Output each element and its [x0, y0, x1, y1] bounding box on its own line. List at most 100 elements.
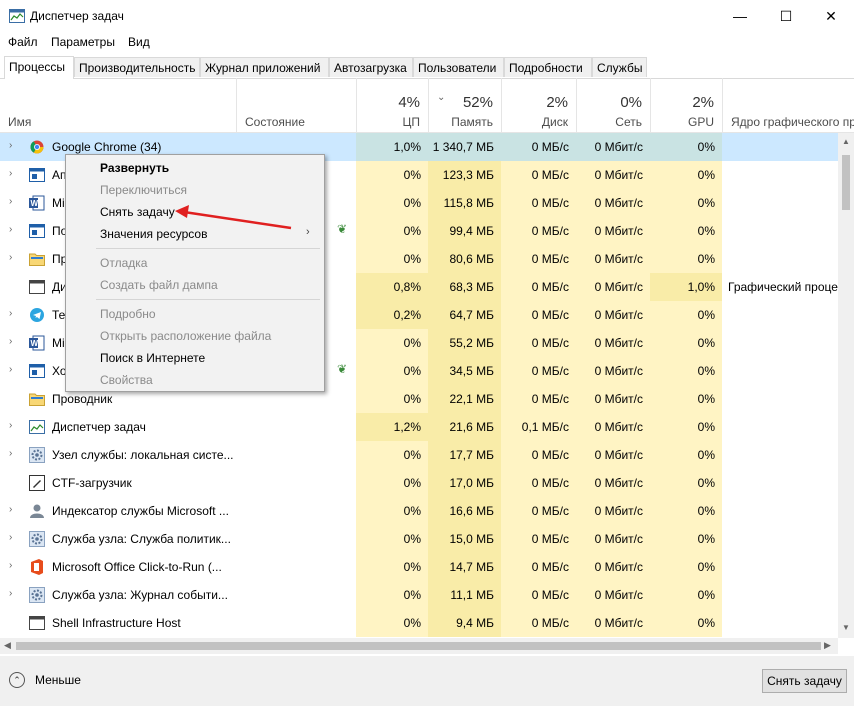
- disk-total: 2%: [546, 94, 568, 111]
- expand-chevron-icon[interactable]: ›: [9, 336, 12, 347]
- fewer-details-link[interactable]: Меньше: [35, 673, 81, 687]
- menu-view[interactable]: Вид: [128, 35, 150, 49]
- network-cell: 0 Мбит/с: [576, 609, 650, 637]
- leaf-icon: ❦: [337, 362, 348, 376]
- disk-cell: 0 МБ/с: [501, 189, 576, 217]
- menu-item-resource-values[interactable]: Значения ресурсов: [100, 227, 207, 241]
- tab-startup[interactable]: Автозагрузка: [329, 57, 413, 77]
- expand-chevron-icon[interactable]: ›: [9, 196, 12, 207]
- expand-chevron-icon[interactable]: ›: [9, 224, 12, 235]
- menu-item-search-online[interactable]: Поиск в Интернете: [100, 351, 205, 365]
- memory-cell: 115,8 МБ: [428, 189, 501, 217]
- menu-item-expand[interactable]: Развернуть: [100, 161, 169, 175]
- table-row[interactable]: › Служба узла: Журнал событи... 0% 11,1 МБ 0…: [0, 581, 838, 609]
- tab-performance[interactable]: Производительность: [74, 57, 200, 77]
- memory-cell: 123,3 МБ: [428, 161, 501, 189]
- expand-chevron-icon[interactable]: ›: [9, 140, 12, 151]
- table-row[interactable]: Shell Infrastructure Host 0% 9,4 МБ 0 МБ/с 0…: [0, 609, 838, 637]
- tab-services[interactable]: Службы: [592, 57, 647, 77]
- cpu-cell: 1,2%: [356, 413, 428, 441]
- menu-item-debug[interactable]: Отладка: [100, 256, 147, 270]
- col-name-label: Имя: [8, 115, 32, 129]
- sort-chevron-icon: ⌄: [437, 92, 446, 103]
- disk-cell: 0 МБ/с: [501, 609, 576, 637]
- tab-details[interactable]: Подробности: [504, 57, 592, 77]
- vertical-scrollbar[interactable]: ▲ ▼: [838, 133, 854, 638]
- menu-separator: [96, 299, 320, 300]
- expand-chevron-icon[interactable]: ›: [9, 560, 12, 571]
- col-disk[interactable]: 2% Диск: [501, 78, 576, 132]
- gpu-engine-cell: [722, 441, 838, 469]
- expand-chevron-icon[interactable]: ›: [9, 448, 12, 459]
- scroll-left-icon[interactable]: ◀: [4, 640, 11, 651]
- expand-chevron-icon[interactable]: ›: [9, 168, 12, 179]
- menu-item-details[interactable]: Подробно: [100, 307, 156, 321]
- leaf-icon: ❦: [337, 222, 348, 236]
- gpu-cell: 0%: [650, 553, 722, 581]
- table-row[interactable]: CTF-загрузчик 0% 17,0 МБ 0 МБ/с 0 Мбит/с 0%: [0, 469, 838, 497]
- expand-chevron-icon[interactable]: ›: [9, 420, 12, 431]
- menu-item-open-location[interactable]: Открыть расположение файла: [100, 329, 271, 343]
- table-row[interactable]: › Узел службы: локальная систе... 0% 17,7 М…: [0, 441, 838, 469]
- network-cell: 0 Мбит/с: [576, 357, 650, 385]
- col-gpu-engine[interactable]: Ядро графического процессора: [722, 78, 854, 132]
- table-row[interactable]: › Диспетчер задач 1,2% 21,6 МБ 0,1 МБ/с 0 Мби…: [0, 413, 838, 441]
- scroll-up-icon[interactable]: ▲: [842, 137, 850, 146]
- network-total: 0%: [620, 94, 642, 111]
- process-name: Mi: [52, 196, 65, 210]
- col-cpu[interactable]: 4% ЦП: [356, 78, 428, 132]
- menu-file[interactable]: Файл: [8, 35, 38, 49]
- close-button[interactable]: ✕: [808, 0, 854, 32]
- horizontal-scrollbar[interactable]: ◀ ▶: [0, 638, 838, 654]
- tab-processes[interactable]: Процессы: [4, 56, 74, 79]
- maximize-button[interactable]: ☐: [763, 0, 809, 32]
- col-name[interactable]: Имя: [0, 78, 236, 132]
- col-gpu[interactable]: 2% GPU: [650, 78, 722, 132]
- table-row[interactable]: › Служба узла: Служба политик... 0% 15,0 МБ…: [0, 525, 838, 553]
- gpu-engine-cell: [722, 385, 838, 413]
- telegram-icon: [29, 307, 45, 323]
- col-gpu-engine-label: Ядро графического процессора: [731, 115, 854, 129]
- gpu-engine-cell: [722, 217, 838, 245]
- pen-icon: [29, 475, 45, 491]
- chevron-up-icon[interactable]: ⌃: [9, 672, 25, 688]
- tab-users[interactable]: Пользователи: [413, 57, 504, 77]
- scroll-down-icon[interactable]: ▼: [842, 623, 850, 632]
- gear-icon: [29, 587, 45, 603]
- col-status[interactable]: Состояние: [236, 78, 356, 132]
- tab-app-history[interactable]: Журнал приложений: [200, 57, 329, 77]
- menu-item-switch-to[interactable]: Переключиться: [100, 183, 187, 197]
- cpu-total: 4%: [398, 94, 420, 111]
- expand-chevron-icon[interactable]: ›: [9, 364, 12, 375]
- app-window-icon: [29, 223, 45, 239]
- window-title: Диспетчер задач: [30, 9, 124, 23]
- vertical-scroll-thumb[interactable]: [842, 155, 850, 210]
- end-task-button[interactable]: Снять задачу: [762, 669, 847, 693]
- memory-total: 52%: [462, 94, 493, 111]
- expand-chevron-icon[interactable]: ›: [9, 252, 12, 263]
- col-network[interactable]: 0% Сеть: [576, 78, 650, 132]
- chrome-icon: [29, 139, 45, 155]
- scroll-right-icon[interactable]: ▶: [824, 640, 831, 651]
- expand-chevron-icon[interactable]: ›: [9, 308, 12, 319]
- menu-item-create-dump[interactable]: Создать файл дампа: [100, 278, 218, 292]
- minimize-button[interactable]: —: [717, 0, 763, 32]
- menu-separator: [96, 248, 320, 249]
- expand-chevron-icon[interactable]: ›: [9, 588, 12, 599]
- expand-chevron-icon[interactable]: ›: [9, 504, 12, 515]
- window-icon: [29, 279, 45, 295]
- col-memory[interactable]: ⌄ 52% Память: [428, 78, 501, 132]
- context-menu: Развернуть Переключиться Снять задачу Зн…: [65, 154, 325, 392]
- gpu-cell: 0%: [650, 329, 722, 357]
- horizontal-scroll-thumb[interactable]: [16, 642, 821, 650]
- table-row[interactable]: › Индексатор службы Microsoft ... 0% 16,6 М…: [0, 497, 838, 525]
- menu-item-end-task[interactable]: Снять задачу: [100, 205, 175, 219]
- menu-options[interactable]: Параметры: [51, 35, 115, 49]
- gpu-cell: 0%: [650, 245, 722, 273]
- expand-chevron-icon[interactable]: ›: [9, 532, 12, 543]
- gpu-cell: 0%: [650, 497, 722, 525]
- table-row[interactable]: › Microsoft Office Click-to-Run (... 0% 14,…: [0, 553, 838, 581]
- menu-item-properties[interactable]: Свойства: [100, 373, 153, 387]
- gpu-cell: 0%: [650, 581, 722, 609]
- network-cell: 0 Мбит/с: [576, 441, 650, 469]
